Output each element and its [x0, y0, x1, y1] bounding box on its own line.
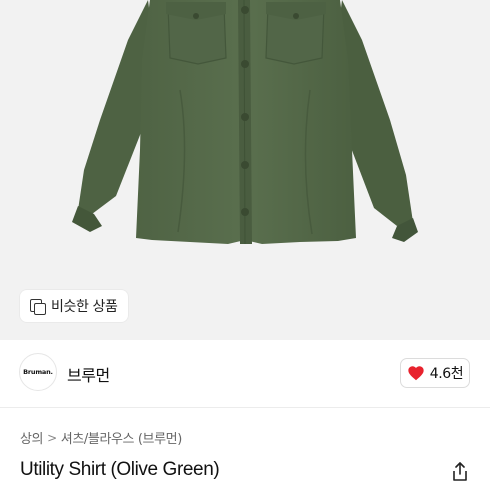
shop-name[interactable]: 브루먼	[67, 362, 110, 386]
breadcrumb-top-category[interactable]: 상의	[20, 428, 44, 447]
like-button[interactable]: 4.6천	[400, 358, 470, 388]
similar-products-button[interactable]: 비슷한 상품	[20, 290, 129, 322]
similar-products-label: 비슷한 상품	[51, 299, 118, 315]
like-count: 4.6천	[429, 366, 464, 382]
duplicate-icon	[29, 298, 46, 315]
share-button[interactable]	[450, 461, 470, 483]
breadcrumb-sub-category[interactable]: 셔츠/블라우스 (브루먼)	[61, 428, 183, 447]
breadcrumb: 상의 > 셔츠/블라우스 (브루먼)	[20, 428, 183, 448]
shop-logo-text: Bruman.	[23, 368, 53, 376]
product-image[interactable]	[0, 0, 490, 340]
heart-icon	[408, 366, 424, 381]
share-icon	[453, 462, 467, 481]
product-title: Utility Shirt (Olive Green)	[20, 459, 220, 480]
shop-logo[interactable]: Bruman.	[19, 353, 57, 391]
breadcrumb-separator: >	[47, 430, 57, 445]
olive-shirt-image	[72, 0, 418, 245]
